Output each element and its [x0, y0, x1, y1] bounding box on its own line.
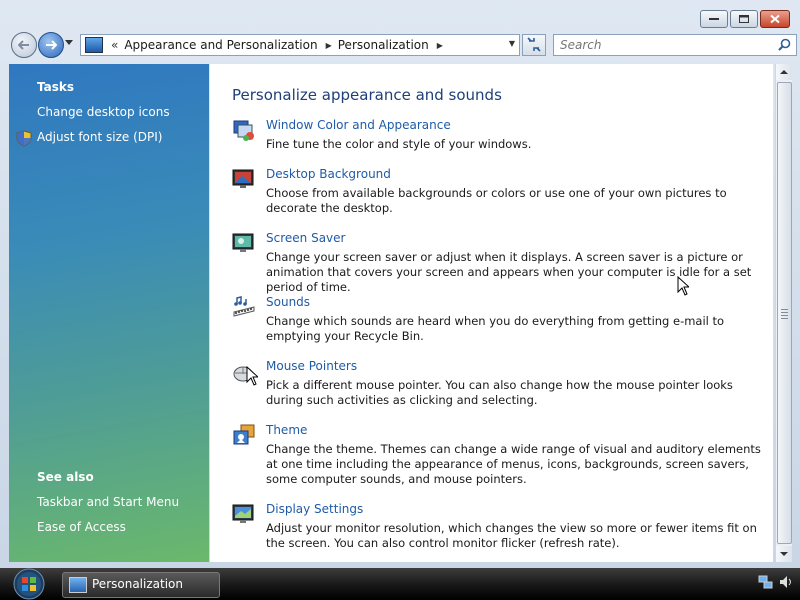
mouse-pointers-link[interactable]: Mouse Pointers — [266, 359, 357, 373]
display-settings-icon[interactable] — [232, 502, 256, 526]
search-input[interactable] — [558, 35, 772, 55]
network-icon[interactable] — [758, 574, 774, 590]
item-description: Change which sounds are heard when you d… — [266, 314, 725, 343]
back-button[interactable] — [11, 32, 37, 58]
list-item: Mouse Pointers Pick a different mouse po… — [232, 359, 767, 411]
refresh-icon — [527, 37, 541, 52]
forward-button[interactable] — [38, 32, 64, 58]
taskbar-personalization-button[interactable]: Personalization — [62, 572, 220, 598]
breadcrumb-personalization[interactable]: Personalization — [338, 38, 429, 52]
list-item: Theme Change the theme. Themes can chang… — [232, 423, 767, 489]
scroll-down-button[interactable] — [776, 546, 792, 562]
mouse-cursor-icon — [246, 366, 258, 386]
adjust-font-size-link[interactable]: Adjust font size (DPI) — [37, 130, 162, 144]
list-item: Sounds Change which sounds are heard whe… — [232, 295, 767, 347]
breadcrumb-overflow[interactable]: « — [111, 38, 118, 52]
desktop-background-link[interactable]: Desktop Background — [266, 167, 391, 181]
vertical-scrollbar[interactable] — [775, 64, 792, 562]
taskbar-start-menu-link[interactable]: Taskbar and Start Menu — [37, 495, 179, 509]
volume-icon[interactable] — [778, 574, 794, 590]
item-description: Pick a different mouse pointer. You can … — [266, 378, 733, 407]
arrow-up-icon — [780, 70, 788, 74]
item-description: Choose from available backgrounds or col… — [266, 186, 727, 215]
breadcrumb-appearance[interactable]: Appearance and Personalization — [124, 38, 317, 52]
scroll-grip-icon — [781, 309, 788, 321]
theme-icon[interactable] — [232, 423, 256, 447]
notification-area — [758, 574, 794, 590]
window-color-icon[interactable] — [232, 118, 256, 142]
sounds-icon[interactable] — [232, 295, 256, 319]
item-description: Fine tune the color and style of your wi… — [266, 137, 532, 151]
page-title: Personalize appearance and sounds — [232, 86, 502, 104]
theme-link[interactable]: Theme — [266, 423, 307, 437]
content-pane: Personalize appearance and sounds Window… — [210, 64, 773, 562]
breadcrumb-separator-icon[interactable]: ▶ — [326, 41, 332, 50]
sounds-link[interactable]: Sounds — [266, 295, 310, 309]
task-pane: Tasks Change desktop icons Adjust font s… — [9, 64, 209, 562]
tasks-heading: Tasks — [37, 80, 75, 94]
list-item: Window Color and Appearance Fine tune th… — [232, 118, 767, 158]
list-item: Desktop Background Choose from available… — [232, 167, 767, 219]
window-color-link[interactable]: Window Color and Appearance — [266, 118, 451, 132]
start-button-icon[interactable] — [8, 568, 50, 600]
item-description: Change your screen saver or adjust when … — [266, 250, 752, 294]
scroll-up-button[interactable] — [776, 64, 792, 80]
address-bar[interactable]: « Appearance and Personalization ▶ Perso… — [80, 34, 520, 56]
recent-pages-dropdown-icon[interactable] — [65, 40, 73, 46]
control-panel-icon — [69, 577, 87, 593]
uac-shield-icon — [16, 130, 32, 147]
window-controls — [700, 10, 790, 28]
search-box[interactable] — [553, 34, 797, 56]
scroll-thumb[interactable] — [777, 82, 792, 544]
address-dropdown-icon[interactable]: ▼ — [509, 39, 515, 48]
taskbar: Personalization — [0, 568, 800, 600]
mouse-cursor-icon — [677, 276, 689, 296]
arrow-down-icon — [780, 552, 788, 556]
see-also-heading: See also — [37, 470, 94, 484]
item-description: Change the theme. Themes can change a wi… — [266, 442, 761, 486]
breadcrumb-separator-icon[interactable]: ▶ — [437, 41, 443, 50]
list-item: Display Settings Adjust your monitor res… — [232, 502, 767, 554]
search-icon[interactable] — [778, 38, 791, 51]
minimize-button[interactable] — [700, 10, 728, 28]
display-settings-link[interactable]: Display Settings — [266, 502, 363, 516]
close-button[interactable] — [760, 10, 790, 28]
refresh-button[interactable] — [522, 34, 546, 56]
maximize-button[interactable] — [730, 10, 758, 28]
ease-of-access-link[interactable]: Ease of Access — [37, 520, 126, 534]
control-panel-icon — [85, 37, 103, 53]
screen-saver-icon[interactable] — [232, 231, 256, 255]
change-desktop-icons-link[interactable]: Change desktop icons — [37, 105, 170, 119]
navigation-bar: « Appearance and Personalization ▶ Perso… — [8, 30, 797, 60]
screen-saver-link[interactable]: Screen Saver — [266, 231, 345, 245]
taskbar-button-label: Personalization — [92, 577, 183, 591]
desktop-background-icon[interactable] — [232, 167, 256, 191]
item-description: Adjust your monitor resolution, which ch… — [266, 521, 757, 550]
